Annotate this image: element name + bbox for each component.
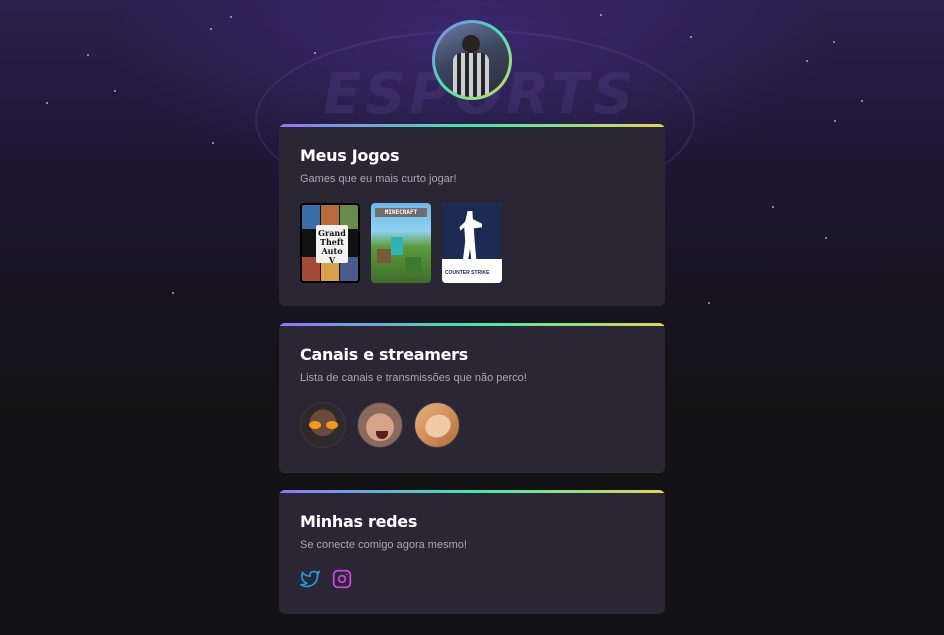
star [46, 102, 48, 104]
streamer-avatar-3[interactable] [414, 402, 460, 448]
cover-block [405, 257, 421, 273]
socials-subtitle: Se conecte comigo agora mesmo! [300, 539, 467, 551]
streamers-list [300, 402, 644, 448]
gta-logo-line: V [328, 255, 336, 265]
star [834, 120, 836, 122]
sunglasses-icon [309, 421, 339, 429]
cover-block [377, 249, 391, 263]
channels-subtitle: Lista de canais e transmissões que não p… [300, 372, 527, 384]
star [825, 237, 827, 239]
cover-block [391, 237, 403, 255]
star [230, 16, 232, 18]
gta-logo: Grand Theft Auto V [316, 225, 348, 265]
star [708, 302, 710, 304]
lens [326, 421, 338, 429]
instagram-icon[interactable] [332, 569, 352, 589]
socials-title: Minhas redes [300, 512, 418, 531]
star [806, 60, 808, 62]
games-card: Meus Jogos Games que eu mais curto jogar… [279, 124, 665, 306]
counter-strike-cover[interactable]: COUNTER STRIKE [442, 203, 502, 283]
minecraft-cover[interactable]: MINECRAFT [371, 203, 431, 283]
star [772, 206, 774, 208]
star [87, 54, 89, 56]
star [314, 52, 316, 54]
star [114, 90, 116, 92]
face [421, 410, 455, 442]
socials-card: Minhas redes Se conecte comigo agora mes… [279, 490, 665, 614]
star [833, 41, 835, 43]
socials-list [300, 569, 644, 589]
star [690, 36, 692, 38]
smile [376, 431, 388, 439]
games-subtitle: Games que eu mais curto jogar! [300, 173, 457, 185]
avatar-body [453, 53, 489, 97]
avatar-head [462, 35, 480, 53]
star [212, 142, 214, 144]
star [172, 292, 174, 294]
gta-v-cover[interactable]: Grand Theft Auto V [300, 203, 360, 283]
lens [309, 421, 321, 429]
profile-avatar [432, 20, 512, 100]
games-list: Grand Theft Auto V MINECRAFT COUNTER STR… [300, 203, 644, 283]
star [210, 28, 212, 30]
streamer-avatar-2[interactable] [357, 402, 403, 448]
channels-title: Canais e streamers [300, 345, 468, 364]
channels-card: Canais e streamers Lista de canais e tra… [279, 323, 665, 473]
twitter-icon[interactable] [300, 569, 320, 589]
profile-photo [435, 23, 509, 97]
games-title: Meus Jogos [300, 146, 400, 165]
star [861, 100, 863, 102]
streamer-avatar-1[interactable] [300, 402, 346, 448]
star [600, 14, 602, 16]
minecraft-logo: MINECRAFT [375, 208, 427, 217]
cs-logo: COUNTER STRIKE [445, 270, 490, 276]
